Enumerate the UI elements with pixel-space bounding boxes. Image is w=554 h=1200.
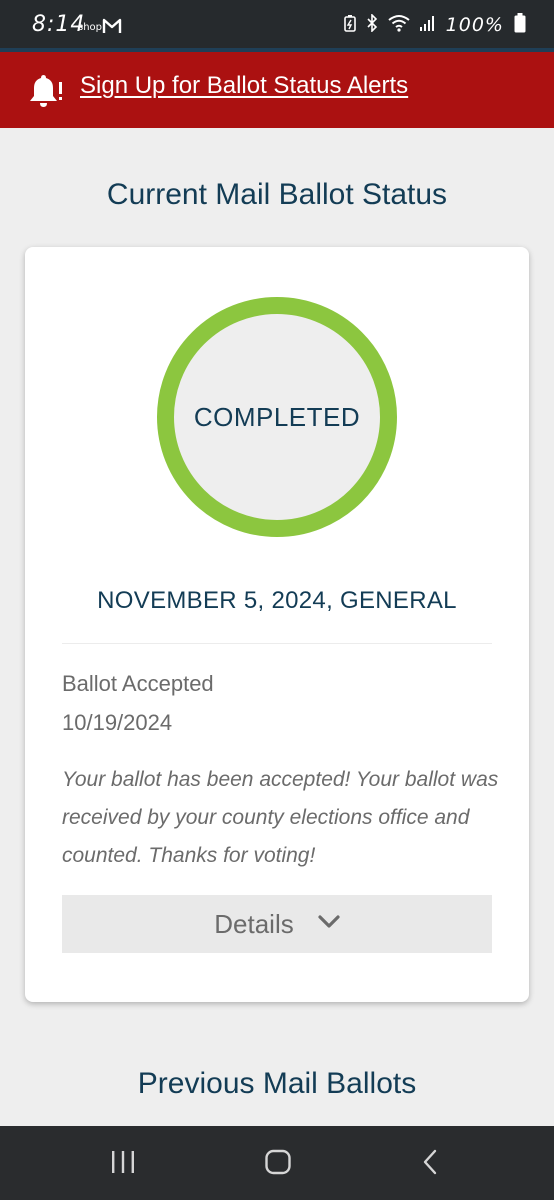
ballot-alerts-signup-link[interactable]: Sign Up for Ballot Status Alerts — [80, 72, 408, 100]
ballot-status-message: Your ballot has been accepted! Your ball… — [62, 768, 499, 867]
gmail-icon — [102, 18, 122, 39]
ballot-status-date: 10/19/2024 — [62, 710, 173, 735]
bluetooth-icon — [366, 12, 378, 37]
details-label: Details — [214, 908, 294, 939]
back-icon[interactable] — [420, 1148, 440, 1181]
ring-status-label: COMPLETED — [193, 401, 361, 432]
details-button[interactable]: Details — [62, 895, 492, 953]
chevron-down-icon — [318, 914, 340, 934]
election-name: NOVEMBER 5, 2024, GENERAL — [97, 587, 457, 614]
previous-mail-ballots-title: Previous Mail Ballots — [137, 1067, 417, 1100]
recent-apps-icon[interactable] — [110, 1148, 136, 1181]
wifi-icon — [388, 14, 410, 37]
shop-label: shop — [78, 22, 103, 33]
home-icon[interactable] — [264, 1148, 292, 1181]
ballot-status-card: COMPLETED NOVEMBER 5, 2024, GENERAL Ball… — [25, 247, 529, 1002]
ballot-status-label: Ballot Accepted — [62, 671, 214, 696]
navigation-bar — [0, 1126, 554, 1200]
bell-icon — [26, 74, 64, 110]
battery-icon — [514, 12, 526, 38]
status-ring: COMPLETED — [157, 297, 397, 537]
alert-banner: Sign Up for Ballot Status Alerts — [0, 52, 554, 128]
divider — [62, 643, 492, 644]
signal-icon — [419, 14, 436, 37]
current-ballot-status-title: Current Mail Ballot Status — [106, 178, 448, 211]
battery-percent: 100% — [445, 14, 504, 36]
status-bar: 8:14 shop 100% — [0, 0, 554, 52]
battery-saver-icon — [343, 14, 356, 37]
